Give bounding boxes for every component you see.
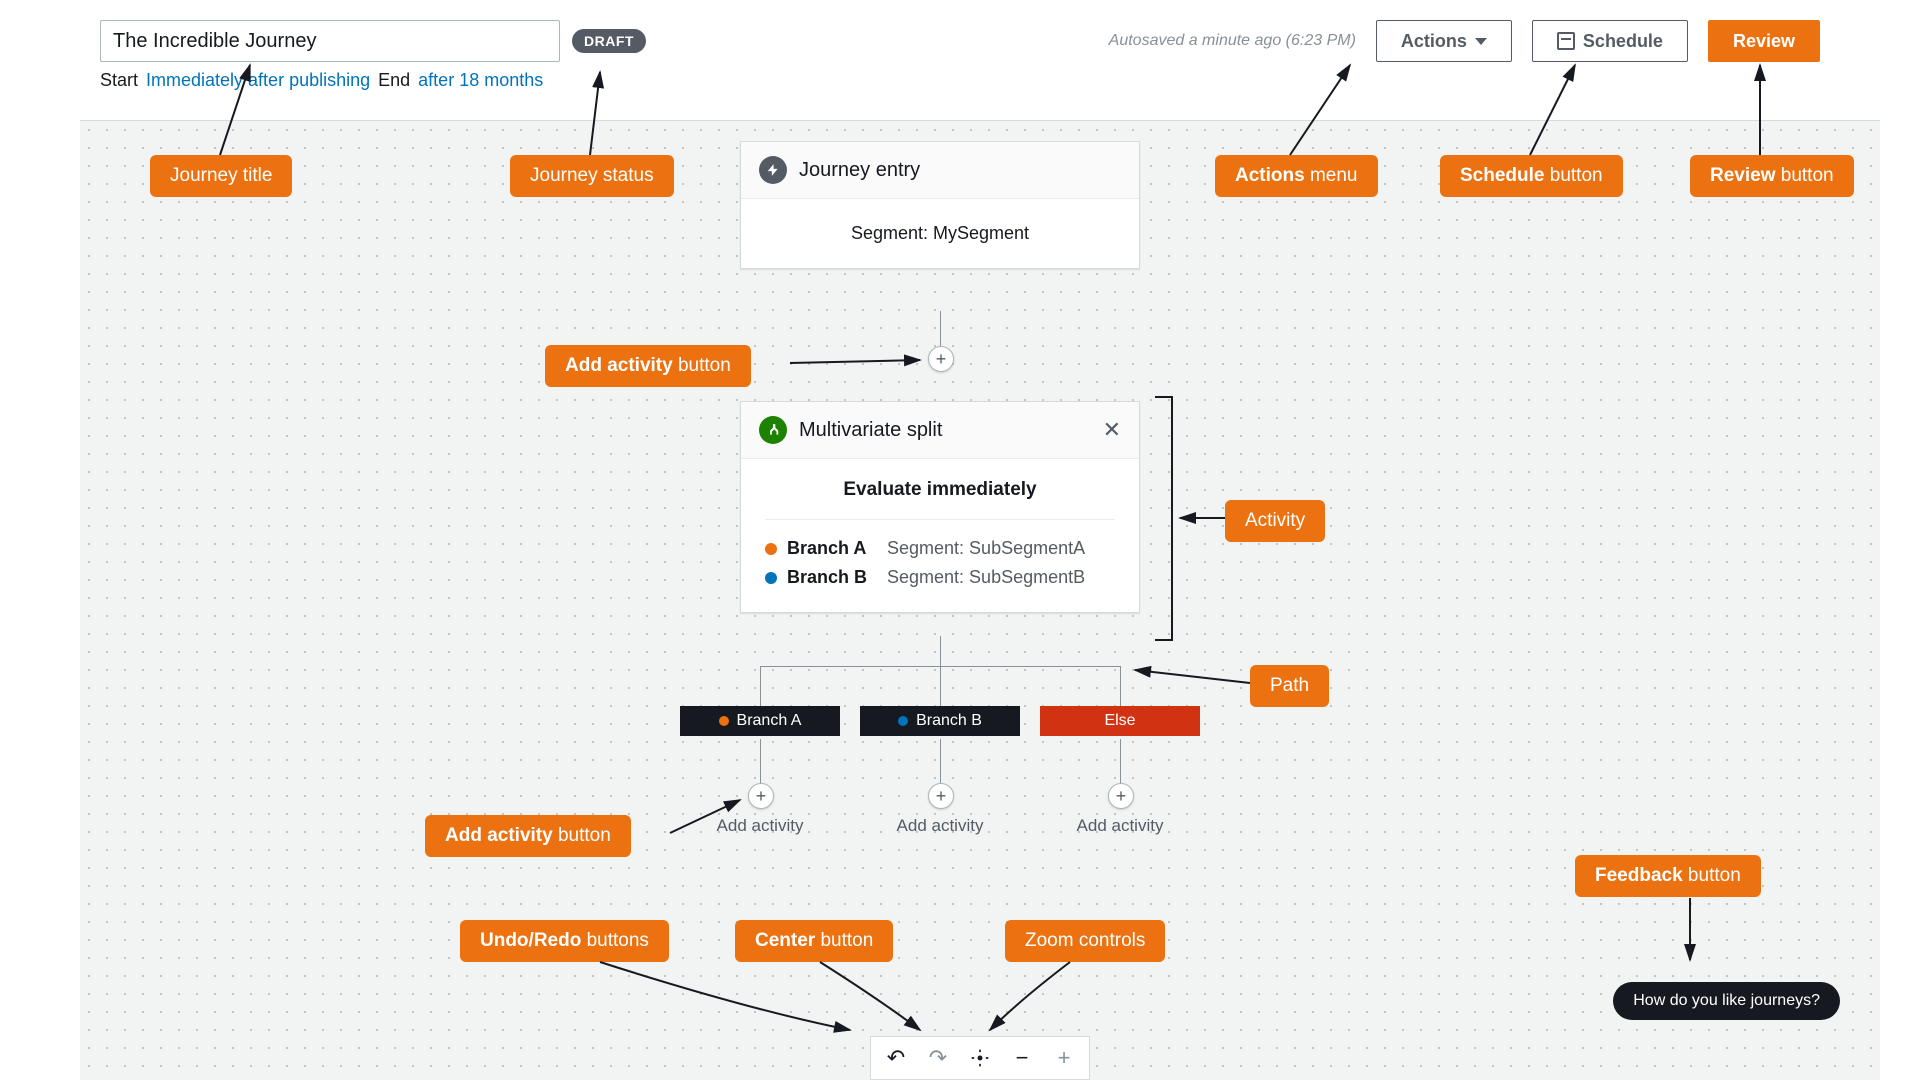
dot-orange-icon <box>719 716 729 726</box>
chip-a-label: Branch A <box>737 712 802 730</box>
connector-line <box>940 666 941 706</box>
evaluate-text: Evaluate immediately <box>765 479 1115 520</box>
lightning-icon <box>759 156 787 184</box>
review-label: Review <box>1733 31 1795 52</box>
journey-canvas[interactable]: Journey entry Segment: MySegment + Multi… <box>80 120 1880 1080</box>
callout-zoom: Zoom controls <box>1005 920 1165 962</box>
connector-line <box>1120 739 1121 789</box>
dot-blue-icon <box>898 716 908 726</box>
schedule-button[interactable]: Schedule <box>1532 20 1688 62</box>
connector-line <box>760 666 761 706</box>
calendar-icon <box>1557 32 1575 50</box>
multivariate-split-node[interactable]: Multivariate split ✕ Evaluate immediatel… <box>740 401 1140 613</box>
schedule-label: Schedule <box>1583 31 1663 52</box>
close-icon[interactable]: ✕ <box>1103 417 1121 443</box>
callout-feedback: Feedback button <box>1575 855 1761 897</box>
callout-add-activity-top: Add activity button <box>545 345 751 387</box>
callout-actions-menu: Actions menu <box>1215 155 1378 197</box>
journey-status-badge: DRAFT <box>572 29 646 53</box>
start-label: Start <box>100 70 138 91</box>
branch-a-chip[interactable]: Branch A <box>680 706 840 736</box>
branch-row-a: Branch A Segment: SubSegmentA <box>765 534 1115 563</box>
start-value-link[interactable]: Immediately after publishing <box>146 70 370 91</box>
callout-schedule-button: Schedule button <box>1440 155 1623 197</box>
branch-b-chip[interactable]: Branch B <box>860 706 1020 736</box>
dot-orange-icon <box>765 543 777 555</box>
canvas-toolbar: ↶ ↷ − + <box>870 1036 1090 1080</box>
end-value-link[interactable]: after 18 months <box>418 70 543 91</box>
actions-label: Actions <box>1401 31 1467 52</box>
activity-bracket <box>1155 396 1173 641</box>
chevron-down-icon <box>1475 38 1487 45</box>
branch-b-name: Branch B <box>787 567 877 588</box>
redo-button[interactable]: ↷ <box>927 1047 949 1069</box>
dot-blue-icon <box>765 572 777 584</box>
journey-title-input[interactable] <box>100 20 560 62</box>
split-icon <box>759 416 787 444</box>
branch-a-name: Branch A <box>787 538 877 559</box>
callout-add-activity-bottom: Add activity button <box>425 815 631 857</box>
add-activity-button-top[interactable]: + <box>928 346 954 372</box>
actions-menu-button[interactable]: Actions <box>1376 20 1512 62</box>
chip-else-label: Else <box>1104 712 1135 730</box>
feedback-button[interactable]: How do you like journeys? <box>1613 982 1840 1020</box>
undo-button[interactable]: ↶ <box>885 1047 907 1069</box>
journey-entry-node[interactable]: Journey entry Segment: MySegment <box>740 141 1140 269</box>
split-title: Multivariate split <box>799 419 942 442</box>
callout-review-button: Review button <box>1690 155 1854 197</box>
zoom-out-button[interactable]: − <box>1011 1047 1033 1069</box>
autosave-text: Autosaved a minute ago (6:23 PM) <box>1109 32 1356 50</box>
review-button[interactable]: Review <box>1708 20 1820 62</box>
branch-row-b: Branch B Segment: SubSegmentB <box>765 563 1115 592</box>
branch-else-chip[interactable]: Else <box>1040 706 1200 736</box>
header: DRAFT Start Immediately after publishing… <box>0 0 1920 101</box>
add-activity-button-b[interactable]: + <box>928 783 954 809</box>
callout-activity: Activity <box>1225 500 1325 542</box>
branch-a-segment: Segment: SubSegmentA <box>887 538 1085 559</box>
callout-journey-title: Journey title <box>150 155 292 197</box>
callout-path: Path <box>1250 665 1329 707</box>
add-activity-button-a[interactable]: + <box>748 783 774 809</box>
journey-schedule-summary: Start Immediately after publishing End a… <box>100 70 646 91</box>
end-label: End <box>378 70 410 91</box>
entry-segment: Segment: MySegment <box>741 199 1139 268</box>
center-button[interactable] <box>969 1047 991 1069</box>
connector-line <box>760 739 761 789</box>
entry-title: Journey entry <box>799 159 920 182</box>
callout-journey-status: Journey status <box>510 155 674 197</box>
connector-line <box>940 636 941 666</box>
add-activity-label: Add activity <box>717 816 804 836</box>
chip-b-label: Branch B <box>916 712 982 730</box>
add-activity-label: Add activity <box>1077 816 1164 836</box>
connector-line <box>1120 666 1121 706</box>
connector-line <box>940 739 941 789</box>
add-activity-label: Add activity <box>897 816 984 836</box>
callout-undo-redo: Undo/Redo buttons <box>460 920 669 962</box>
callout-center: Center button <box>735 920 893 962</box>
branch-b-segment: Segment: SubSegmentB <box>887 567 1085 588</box>
zoom-in-button[interactable]: + <box>1053 1047 1075 1069</box>
add-activity-button-else[interactable]: + <box>1108 783 1134 809</box>
